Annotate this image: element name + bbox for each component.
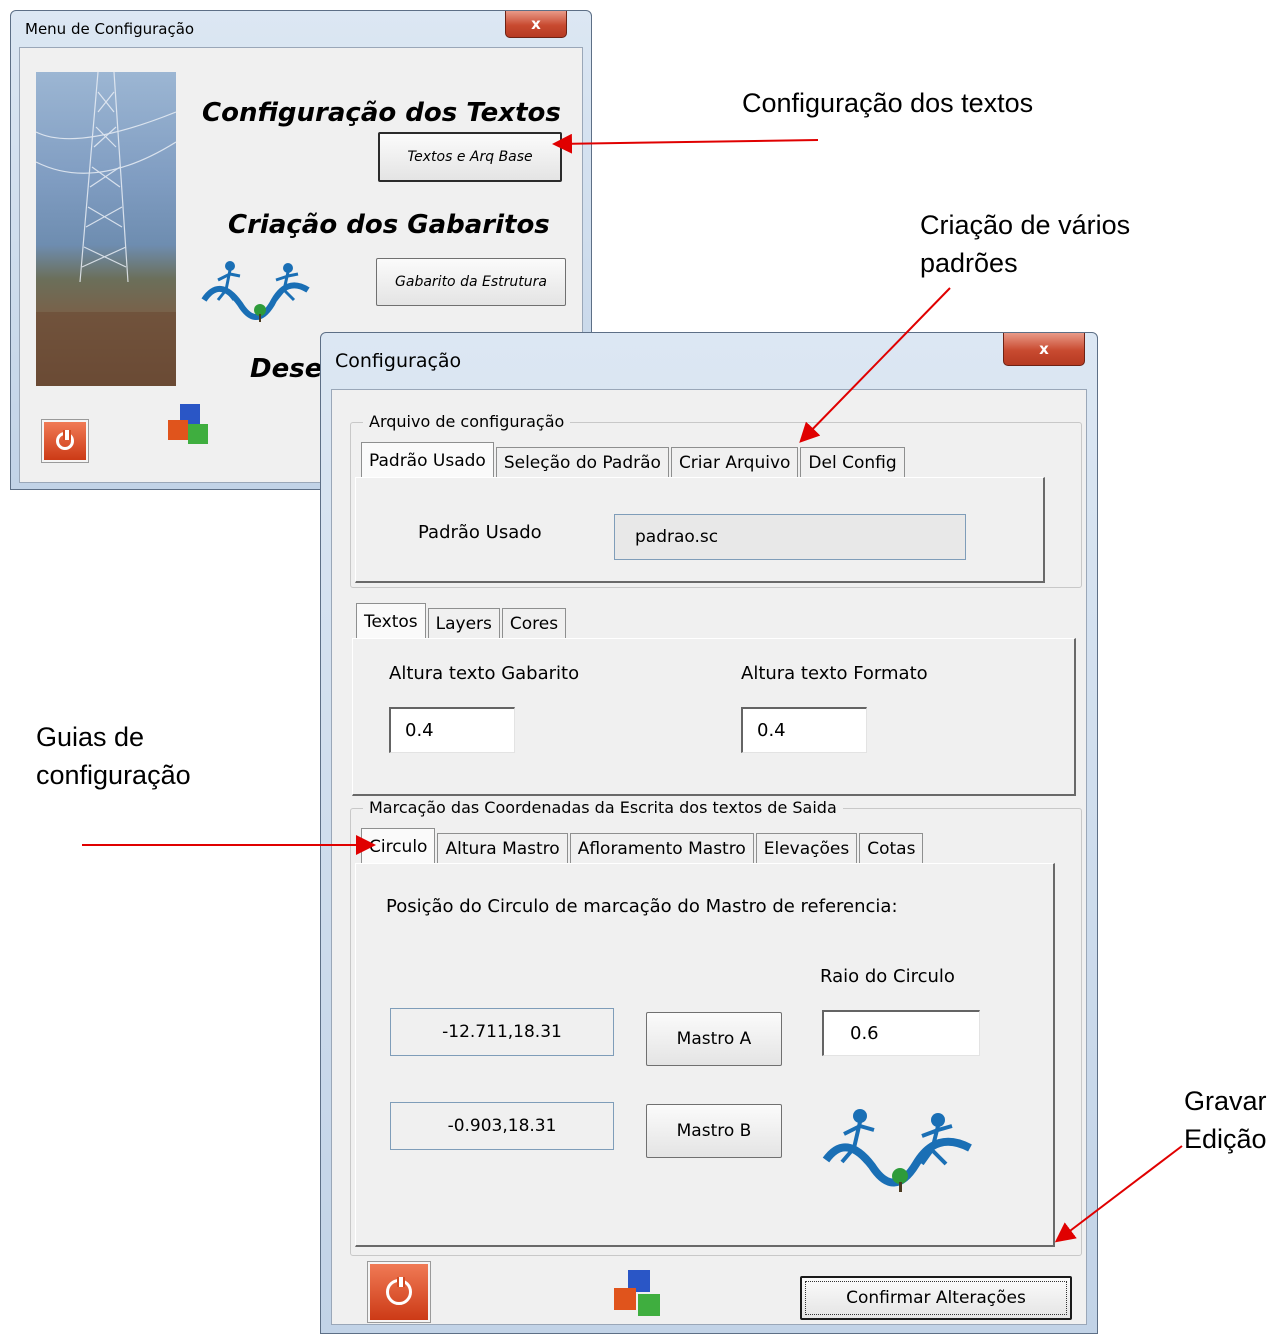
marcacao-group: Marcação das Coordenadas da Escrita dos … <box>350 798 1082 1256</box>
mastro-a-label: Mastro A <box>676 1029 752 1049</box>
altura-gabarito-input[interactable]: 0.4 <box>389 707 515 753</box>
tab-altura-mastro[interactable]: Altura Mastro <box>437 833 568 863</box>
tab-circulo[interactable]: Circulo <box>361 828 436 864</box>
marcacao-legend: Marcação das Coordenadas da Escrita dos … <box>363 798 843 817</box>
annotation-gravar: Gravar Edição <box>1184 1086 1267 1154</box>
textos-tab-panel: Altura texto Gabarito 0.4 Altura texto F… <box>352 638 1076 796</box>
coord-b-field: -0.903,18.31 <box>390 1102 614 1150</box>
marcacao-tabs: Circulo Altura Mastro Afloramento Mastro… <box>361 827 925 864</box>
menu-power-button[interactable] <box>41 419 89 463</box>
altura-gabarito-label: Altura texto Gabarito <box>389 663 580 684</box>
logo-figures-icon <box>822 1109 972 1192</box>
tab-cores[interactable]: Cores <box>501 608 567 638</box>
tab-elevacoes[interactable]: Elevações <box>755 833 858 863</box>
menu-close-button[interactable]: x <box>505 11 567 38</box>
circulo-description: Posição do Circulo de marcação do Mastro… <box>386 896 898 917</box>
arquivo-config-legend: Arquivo de configuração <box>363 412 571 431</box>
arquivo-config-group: Arquivo de configuração Padrão Usado Sel… <box>350 412 1082 588</box>
tab-cotas[interactable]: Cotas <box>859 833 924 863</box>
padrao-usado-value: padrao.sc <box>635 527 719 547</box>
tab-layers[interactable]: Layers <box>427 608 500 638</box>
altura-gabarito-value: 0.4 <box>405 720 434 741</box>
heading-desenho: Dese <box>250 354 323 384</box>
arquivo-tabs: Padrão Usado Seleção do Padrão Criar Arq… <box>361 441 907 478</box>
arrow-config-textos <box>552 133 819 154</box>
transmission-tower-photo <box>36 72 176 386</box>
close-icon: x <box>1039 340 1049 358</box>
tab-criar-arquivo[interactable]: Criar Arquivo <box>670 447 799 477</box>
mastro-b-button[interactable]: Mastro B <box>646 1104 782 1158</box>
heading-criacao-gabaritos: Criação dos Gabaritos <box>228 210 550 240</box>
cubes-icon <box>614 1270 664 1320</box>
altura-formato-input[interactable]: 0.4 <box>741 707 867 753</box>
power-icon <box>386 1277 412 1305</box>
padrao-usado-label: Padrão Usado <box>418 522 542 543</box>
tab-textos[interactable]: Textos <box>356 603 426 639</box>
tab-del-config[interactable]: Del Config <box>800 447 905 477</box>
gabarito-estrutura-button[interactable]: Gabarito da Estrutura <box>376 258 566 306</box>
tab-afloramento-mastro[interactable]: Afloramento Mastro <box>569 833 754 863</box>
power-icon <box>56 430 74 450</box>
confirmar-alteracoes-label: Confirmar Alterações <box>846 1288 1026 1308</box>
altura-formato-value: 0.4 <box>757 720 786 741</box>
annotation-config-textos: Configuração dos textos <box>742 88 1034 118</box>
menu-titlebar: Menu de Configuração <box>11 11 591 47</box>
confirmar-alteracoes-button[interactable]: Confirmar Alterações <box>800 1276 1072 1320</box>
coord-a-value: -12.711,18.31 <box>442 1022 562 1042</box>
tab-selecao-padrao[interactable]: Seleção do Padrão <box>495 447 669 477</box>
textos-arq-base-label: Textos e Arq Base <box>407 149 533 165</box>
raio-circulo-input[interactable]: 0.6 <box>822 1010 980 1056</box>
tab-padrao-usado[interactable]: Padrão Usado <box>361 442 494 478</box>
raio-circulo-value: 0.6 <box>850 1023 879 1044</box>
annotation-guias: Guias de configuração <box>36 722 191 790</box>
config-window-title: Configuração <box>335 350 462 372</box>
raio-circulo-label: Raio do Circulo <box>820 966 955 987</box>
heading-configuracao-textos: Configuração dos Textos <box>202 98 561 128</box>
cubes-icon <box>168 404 212 446</box>
coord-b-value: -0.903,18.31 <box>447 1116 557 1136</box>
close-icon: x <box>531 15 541 33</box>
annotation-criacao-padroes: Criação de vários padrões <box>920 210 1131 278</box>
mastro-a-button[interactable]: Mastro A <box>646 1012 782 1066</box>
text-tabs: Textos Layers Cores <box>356 602 568 639</box>
circulo-tab-panel: Posição do Circulo de marcação do Mastro… <box>355 863 1055 1247</box>
altura-formato-label: Altura texto Formato <box>741 663 928 684</box>
textos-arq-base-button[interactable]: Textos e Arq Base <box>378 132 562 182</box>
menu-window-title: Menu de Configuração <box>25 20 195 38</box>
tower-graphic <box>36 72 176 386</box>
logo-figures-icon <box>201 261 310 322</box>
gabarito-estrutura-label: Gabarito da Estrutura <box>395 274 547 290</box>
config-close-button[interactable]: x <box>1003 333 1085 366</box>
config-power-button[interactable] <box>367 1261 431 1323</box>
config-client-area: Arquivo de configuração Padrão Usado Sel… <box>331 389 1087 1325</box>
config-titlebar: Configuração <box>321 333 1097 389</box>
padrao-usado-field: padrao.sc <box>614 514 966 560</box>
config-window: Configuração x Arquivo de configuração P… <box>320 332 1098 1334</box>
arquivo-tab-panel: Padrão Usado padrao.sc <box>355 477 1045 583</box>
mastro-b-label: Mastro B <box>676 1121 752 1141</box>
coord-a-field: -12.711,18.31 <box>390 1008 614 1056</box>
